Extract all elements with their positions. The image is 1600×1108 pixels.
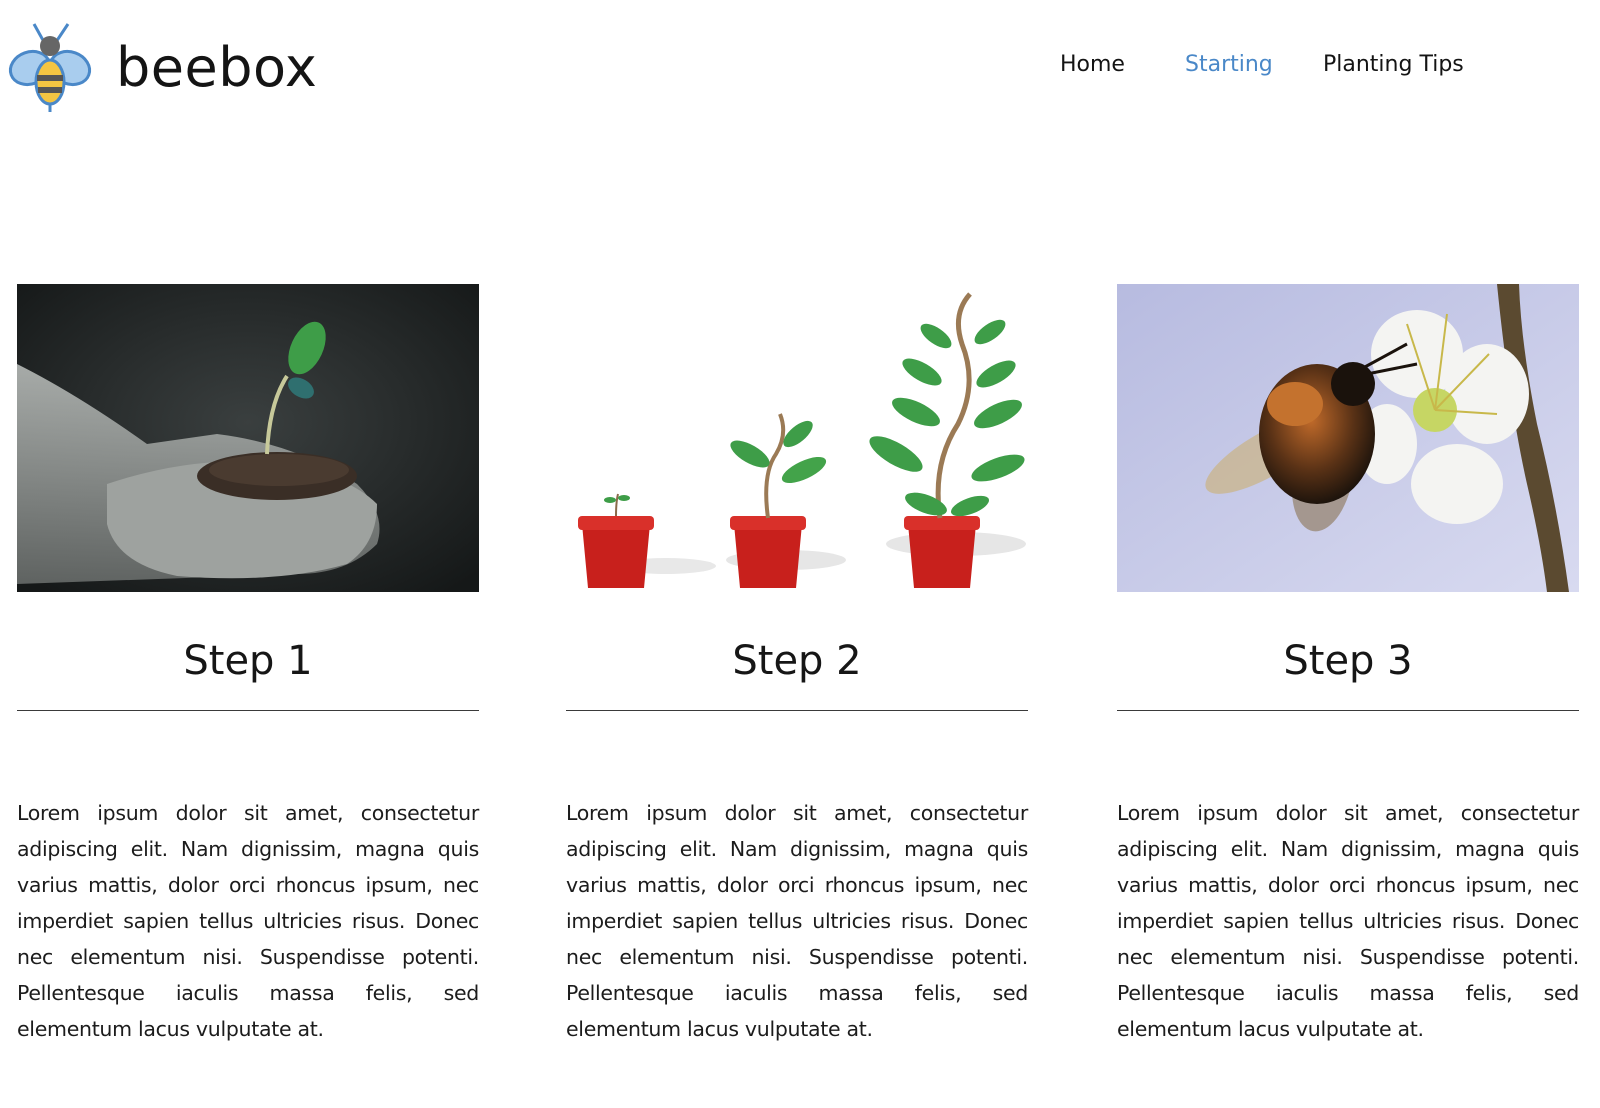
site-header: beebox Home Starting Planting Tips — [0, 0, 1600, 140]
nav-planting-tips-link[interactable]: Planting Tips — [1323, 52, 1464, 77]
step-2-title: Step 2 — [732, 638, 862, 684]
divider — [1117, 710, 1579, 711]
step-3-description: Lorem ipsum dolor sit amet, consectetur … — [1117, 801, 1579, 1041]
step-1-title: Step 1 — [183, 638, 313, 684]
nav-starting-link[interactable]: Starting — [1185, 52, 1273, 77]
hands-holding-seedling-photo — [17, 284, 479, 592]
step-3-card: Step 3 Lorem ipsum dolor sit amet, conse… — [1117, 284, 1579, 1047]
nav-home-link[interactable]: Home — [1060, 52, 1125, 77]
step-2-card: Step 2 Lorem ipsum dolor sit amet, conse… — [566, 284, 1028, 1047]
step-2-description: Lorem ipsum dolor sit amet, consectetur … — [566, 801, 1028, 1041]
divider — [17, 710, 479, 711]
brand-name[interactable]: beebox — [116, 36, 317, 99]
bee-icon[interactable] — [6, 20, 94, 114]
step-3-title: Step 3 — [1283, 638, 1413, 684]
step-1-description: Lorem ipsum dolor sit amet, consectetur … — [17, 801, 479, 1041]
divider — [566, 710, 1028, 711]
step-1-card: Step 1 Lorem ipsum dolor sit amet, conse… — [17, 284, 479, 1047]
growing-plants-in-pots-illustration — [566, 284, 1028, 592]
bee-on-flower-photo — [1117, 284, 1579, 592]
